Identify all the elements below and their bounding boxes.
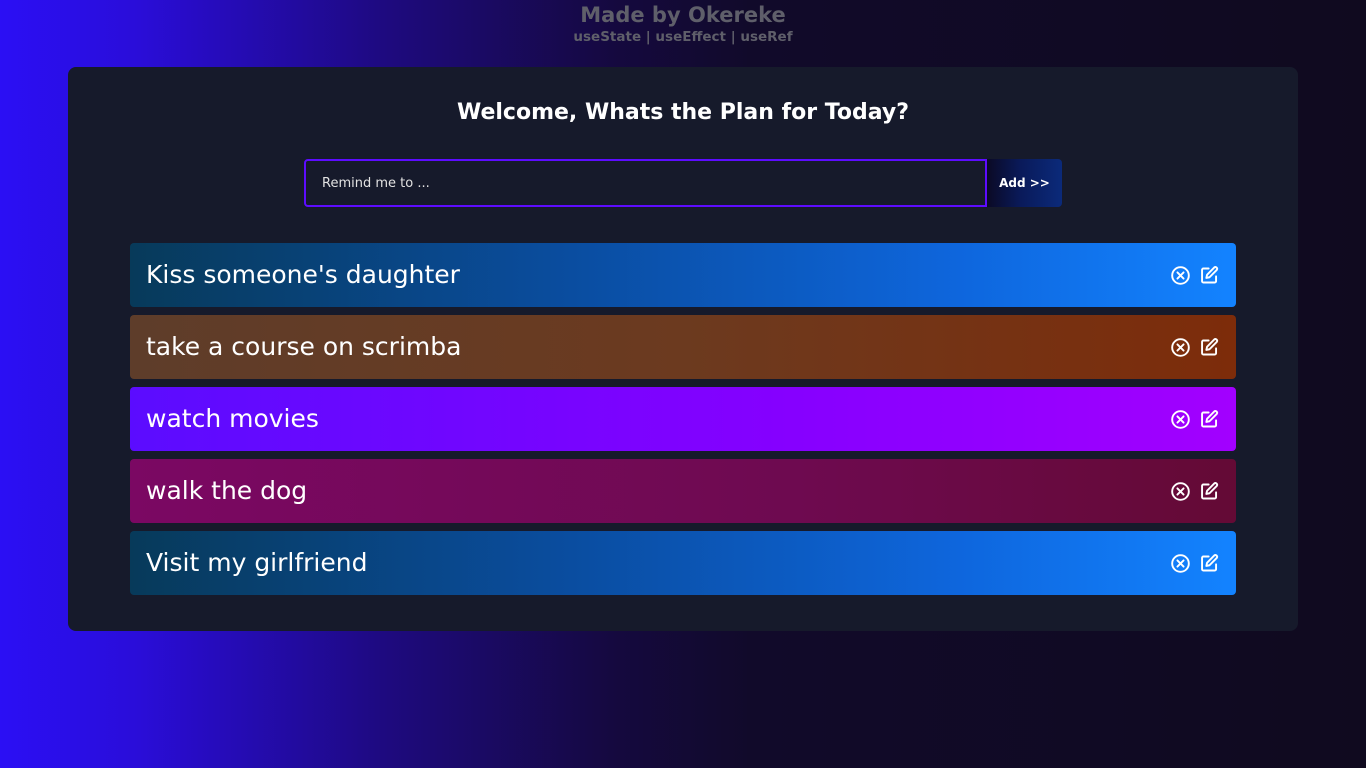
todo-text[interactable]: walk the dog xyxy=(146,476,307,506)
edit-icon[interactable] xyxy=(1199,337,1220,358)
todo-item[interactable]: walk the dog xyxy=(130,459,1236,523)
todo-text[interactable]: Visit my girlfriend xyxy=(146,548,367,578)
close-circle-icon[interactable] xyxy=(1170,265,1191,286)
todo-actions xyxy=(1170,409,1220,430)
close-circle-icon[interactable] xyxy=(1170,481,1191,502)
todo-item[interactable]: watch movies xyxy=(130,387,1236,451)
todo-item[interactable]: Visit my girlfriend xyxy=(130,531,1236,595)
todo-text[interactable]: Kiss someone's daughter xyxy=(146,260,460,290)
add-button[interactable]: Add >> xyxy=(987,159,1062,207)
page-title: Welcome, Whats the Plan for Today? xyxy=(456,100,909,125)
credit: Made by Okereke useState | useEffect | u… xyxy=(0,0,1366,46)
todo-text[interactable]: watch movies xyxy=(146,404,319,434)
todo-actions xyxy=(1170,337,1220,358)
credit-title: Made by Okereke xyxy=(580,3,786,27)
edit-icon[interactable] xyxy=(1199,265,1220,286)
todo-form: Add >> xyxy=(304,159,1062,207)
close-circle-icon[interactable] xyxy=(1170,409,1191,430)
todo-text[interactable]: take a course on scrimba xyxy=(146,332,461,362)
credit-hooks: useState | useEffect | useRef xyxy=(573,29,793,45)
close-circle-icon[interactable] xyxy=(1170,553,1191,574)
edit-icon[interactable] xyxy=(1199,553,1220,574)
todo-input[interactable] xyxy=(304,159,987,207)
todo-item[interactable]: Kiss someone's daughter xyxy=(130,243,1236,307)
todo-item[interactable]: take a course on scrimba xyxy=(130,315,1236,379)
todo-actions xyxy=(1170,265,1220,286)
todo-actions xyxy=(1170,553,1220,574)
edit-icon[interactable] xyxy=(1199,409,1220,430)
close-circle-icon[interactable] xyxy=(1170,337,1191,358)
edit-icon[interactable] xyxy=(1199,481,1220,502)
todo-actions xyxy=(1170,481,1220,502)
todo-list: Kiss someone's daughter take a course on… xyxy=(130,243,1236,603)
